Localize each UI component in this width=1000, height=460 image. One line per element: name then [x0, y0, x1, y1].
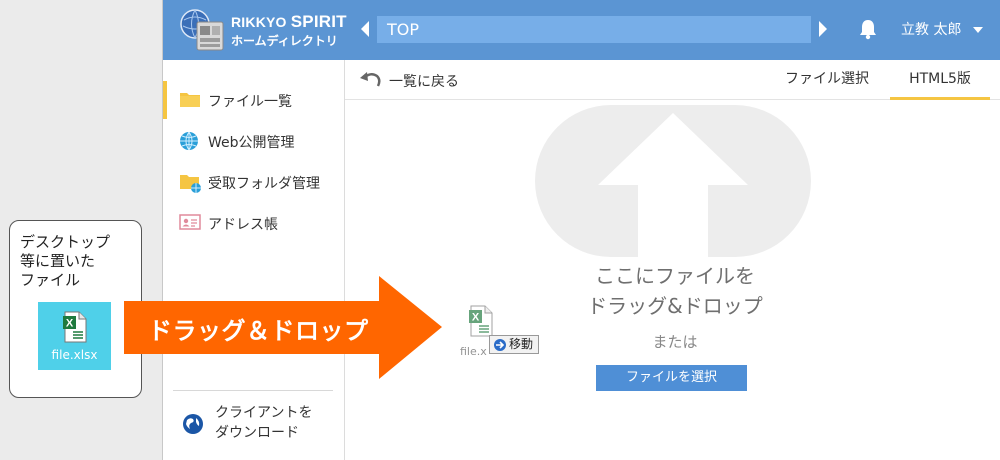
excel-file-icon: X: [469, 305, 493, 337]
sidebar-item-file-list[interactable]: ファイル一覧: [163, 81, 343, 119]
client-download-label: クライアントを ダウンロード: [215, 405, 313, 441]
tab-html5[interactable]: HTML5版: [890, 60, 990, 100]
select-file-button[interactable]: ファイルを選択: [596, 365, 747, 391]
app-window: RIKKYO SPIRIT ホームディレクトリ TOP 立教 太郎 ファイル一覧: [162, 0, 1000, 460]
nav-forward-arrow-icon[interactable]: [817, 19, 829, 39]
desktop-file-name: file.xlsx: [51, 348, 98, 362]
drop-zone[interactable]: ここにファイルを ドラッグ&ドロップ または ファイルを選択: [345, 101, 1000, 460]
toolbar: 一覧に戻る ファイル選択 HTML5版: [345, 60, 1000, 100]
svg-text:X: X: [66, 318, 74, 330]
callout-text: デスクトップ 等に置いた ファイル: [20, 233, 111, 289]
excel-file-icon: X: [63, 311, 87, 343]
sidebar-item-web-publish[interactable]: Web公開管理: [163, 122, 343, 160]
or-separator: または: [652, 333, 698, 351]
sidebar: ファイル一覧 Web公開管理 受取フォルダ管理 アドレス帳 クライアントを ダウ…: [163, 60, 345, 460]
tab-file-select[interactable]: ファイル選択: [771, 60, 883, 100]
undo-arrow-icon: [360, 72, 381, 87]
client-download-link[interactable]: クライアントを ダウンロード: [179, 401, 329, 447]
sidebar-item-label: Web公開管理: [208, 135, 295, 151]
sidebar-item-address-book[interactable]: アドレス帳: [163, 204, 343, 242]
header: RIKKYO SPIRIT ホームディレクトリ TOP 立教 太郎: [163, 0, 1000, 60]
desktop-file[interactable]: X file.xlsx: [38, 302, 111, 370]
back-to-list-label: 一覧に戻る: [389, 74, 459, 90]
drag-ghost-file-name: file.x: [460, 345, 487, 358]
sidebar-item-label: ファイル一覧: [208, 94, 292, 110]
drag-drop-arrow-label: ドラッグ＆ドロップ: [148, 317, 369, 345]
sidebar-item-label: アドレス帳: [208, 217, 278, 233]
brand-subtitle: ホームディレクトリ: [231, 34, 338, 48]
globe-download-icon: [183, 414, 203, 434]
globe-icon: [180, 131, 198, 151]
drop-instruction: ここにファイルを ドラッグ&ドロップ: [587, 264, 763, 318]
user-name[interactable]: 立教 太郎: [901, 19, 961, 39]
sidebar-item-receive-folder[interactable]: 受取フォルダ管理: [163, 163, 343, 201]
bell-icon[interactable]: [857, 18, 879, 40]
svg-text:X: X: [472, 312, 480, 324]
cloud-upload-icon: [535, 105, 811, 257]
chevron-down-icon[interactable]: [972, 26, 984, 34]
breadcrumb[interactable]: TOP: [377, 16, 811, 43]
logo-icon: [180, 9, 224, 51]
address-card-icon: [179, 214, 201, 230]
sidebar-divider: [173, 390, 333, 391]
move-tooltip: 移動: [489, 335, 539, 354]
nav-back-arrow-icon[interactable]: [359, 19, 371, 39]
move-arrow-icon: [494, 339, 506, 351]
shared-folder-icon: [180, 175, 201, 193]
sidebar-item-label: 受取フォルダ管理: [208, 176, 320, 192]
folder-icon: [180, 93, 200, 107]
brand-name: RIKKYO SPIRIT: [231, 12, 347, 31]
move-label: 移動: [509, 337, 534, 351]
